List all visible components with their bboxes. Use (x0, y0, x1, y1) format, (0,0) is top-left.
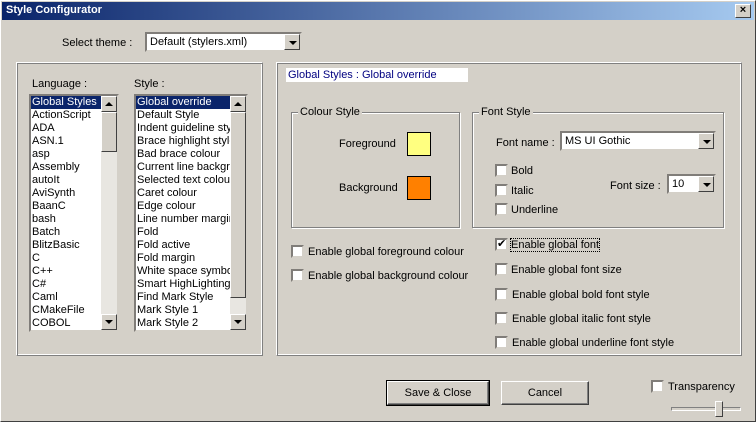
list-item[interactable]: C# (31, 278, 101, 291)
list-item[interactable]: Fold (136, 226, 230, 239)
title-bar: Style Configurator × (2, 2, 754, 20)
enable-global-font-checkbox[interactable] (495, 237, 508, 251)
background-label: Background (339, 182, 398, 194)
style-list[interactable]: Global override Default Style Indent guide… (134, 94, 248, 332)
list-item[interactable]: CMakeFile (31, 304, 101, 317)
background-color-swatch[interactable] (407, 176, 431, 200)
enable-global-bg-checkbox[interactable] (291, 269, 304, 282)
enable-global-font-label: Enable global font (509, 238, 601, 252)
transparency-checkbox[interactable] (651, 380, 664, 393)
underline-label: Underline (511, 204, 559, 216)
style-header: Global Styles : Global override (286, 68, 468, 82)
cancel-button[interactable]: Cancel (501, 381, 589, 405)
list-item[interactable]: ASN.1 (31, 135, 101, 148)
enable-global-italic-label: Enable global italic font style (512, 313, 651, 325)
style-configurator-window: Style Configurator × Select theme : Defa… (0, 0, 756, 422)
language-list[interactable]: Global Styles ActionScript ADA ASN.1 asp Asse… (29, 94, 119, 332)
language-list-scrollbar[interactable] (101, 96, 117, 330)
select-theme-label: Select theme : (62, 37, 133, 49)
style-list-scrollbar[interactable] (230, 96, 246, 330)
list-item[interactable]: Caret colour (136, 187, 230, 200)
list-item[interactable]: Indent guideline sty (136, 122, 230, 135)
language-label: Language : (32, 78, 88, 90)
save-close-button[interactable]: Save & Close (386, 380, 490, 406)
chevron-down-icon[interactable] (284, 34, 300, 50)
list-item[interactable]: Find Mark Style (136, 291, 230, 304)
scroll-thumb[interactable] (230, 112, 246, 298)
enable-global-fg-label: Enable global foreground colour (308, 246, 464, 258)
transparency-slider-track[interactable] (671, 407, 741, 411)
list-item[interactable]: asp (31, 148, 101, 161)
list-item[interactable]: COBOL (31, 317, 101, 330)
list-item[interactable]: ADA (31, 122, 101, 135)
style-label: Style : (134, 78, 165, 90)
list-item[interactable]: Current line backgro (136, 161, 230, 174)
list-item[interactable]: Assembly (31, 161, 101, 174)
scroll-up-icon[interactable] (230, 96, 246, 112)
enable-global-bold-label: Enable global bold font style (512, 289, 650, 301)
list-item[interactable]: Edge colour (136, 200, 230, 213)
list-item[interactable]: ActionScript (31, 109, 101, 122)
list-item[interactable]: Global override (136, 96, 230, 109)
list-item[interactable]: White space symbo (136, 265, 230, 278)
list-item[interactable]: bash (31, 213, 101, 226)
enable-global-bold-checkbox[interactable] (495, 288, 508, 301)
list-item[interactable]: Smart HighLighting (136, 278, 230, 291)
enable-global-italic-checkbox[interactable] (495, 312, 508, 325)
list-item[interactable]: Batch (31, 226, 101, 239)
list-item[interactable]: BlitzBasic (31, 239, 101, 252)
font-name-label: Font name : (496, 137, 555, 149)
list-item[interactable]: BaanC (31, 200, 101, 213)
list-item[interactable]: Caml (31, 291, 101, 304)
list-item[interactable]: Bad brace colour (136, 148, 230, 161)
enable-global-fg-checkbox[interactable] (291, 245, 304, 258)
list-item[interactable]: Global Styles (31, 96, 101, 109)
enable-global-bg-label: Enable global background colour (308, 270, 469, 282)
list-item[interactable]: Line number margin (136, 213, 230, 226)
font-name-select[interactable]: MS UI Gothic (560, 131, 716, 151)
bold-label: Bold (511, 165, 534, 177)
font-style-title: Font Style (479, 106, 533, 118)
scroll-down-icon[interactable] (101, 314, 117, 330)
chevron-down-icon[interactable] (698, 176, 714, 192)
font-style-group: Font Style (472, 106, 724, 228)
font-size-label: Font size : (610, 180, 661, 192)
bold-checkbox[interactable] (495, 164, 508, 177)
list-item[interactable]: Brace highlight style (136, 135, 230, 148)
enable-global-font-size-checkbox[interactable] (495, 263, 508, 276)
underline-checkbox[interactable] (495, 203, 508, 216)
list-item[interactable]: autoIt (31, 174, 101, 187)
italic-label: Italic (511, 185, 534, 197)
chevron-down-icon[interactable] (698, 133, 714, 149)
list-item[interactable]: Mark Style 1 (136, 304, 230, 317)
transparency-label: Transparency (668, 381, 735, 393)
transparency-slider-thumb[interactable] (715, 401, 723, 417)
scroll-up-icon[interactable] (101, 96, 117, 112)
enable-global-underline-label: Enable global underline font style (512, 337, 675, 349)
list-item[interactable]: Fold margin (136, 252, 230, 265)
list-item[interactable]: AviSynth (31, 187, 101, 200)
scroll-down-icon[interactable] (230, 314, 246, 330)
window-title: Style Configurator (6, 4, 102, 16)
scroll-thumb[interactable] (101, 112, 117, 152)
list-item[interactable]: Fold active (136, 239, 230, 252)
close-icon[interactable]: × (735, 4, 751, 18)
list-item[interactable]: Selected text colour (136, 174, 230, 187)
colour-style-title: Colour Style (298, 106, 362, 118)
list-item[interactable]: C++ (31, 265, 101, 278)
font-size-value: 10 (672, 178, 685, 190)
enable-global-underline-checkbox[interactable] (495, 336, 508, 349)
theme-select-value: Default (stylers.xml) (150, 36, 248, 48)
list-item[interactable]: C (31, 252, 101, 265)
enable-global-font-size-label: Enable global font size (511, 264, 622, 276)
font-name-value: MS UI Gothic (565, 135, 631, 147)
list-item[interactable]: Mark Style 2 (136, 317, 230, 330)
colour-style-group: Colour Style (291, 106, 460, 228)
foreground-color-swatch[interactable] (407, 132, 431, 156)
theme-select[interactable]: Default (stylers.xml) (145, 32, 302, 52)
foreground-label: Foreground (339, 138, 396, 150)
list-item[interactable]: Default Style (136, 109, 230, 122)
italic-checkbox[interactable] (495, 184, 508, 197)
font-size-select[interactable]: 10 (667, 174, 716, 194)
